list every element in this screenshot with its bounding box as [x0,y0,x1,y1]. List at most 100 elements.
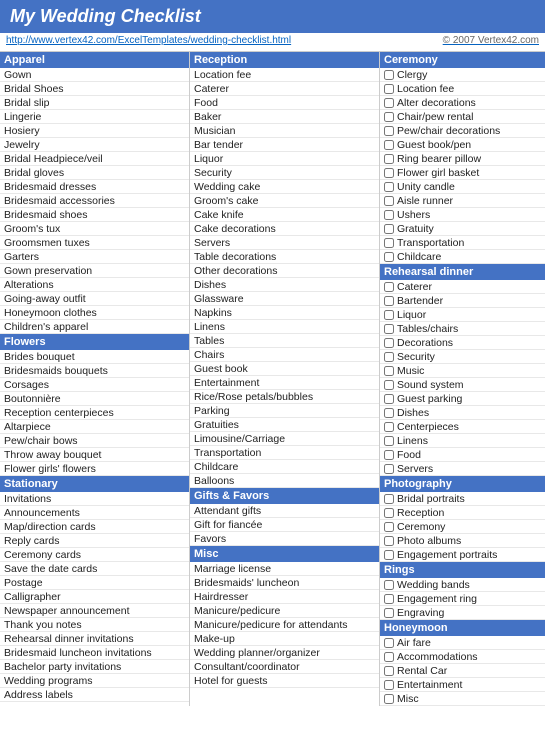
item-checkbox[interactable] [384,494,394,504]
spreadsheet-title: My Wedding Checklist [0,0,545,33]
list-item: Lingerie [0,110,189,124]
item-checkbox[interactable] [384,436,394,446]
item-label: Tables/chairs [397,323,541,335]
list-item: Children's apparel [0,320,189,334]
list-item: Gift for fiancée [190,518,379,532]
item-checkbox[interactable] [384,394,394,404]
item-label: Groom's cake [194,195,375,207]
item-label: Liquor [194,153,375,165]
copyright-text: © 2007 Vertex42.com [443,35,539,46]
item-checkbox[interactable] [384,112,394,122]
item-label: Servers [397,463,541,475]
list-item: Bridesmaids' luncheon [190,576,379,590]
item-checkbox[interactable] [384,126,394,136]
item-checkbox[interactable] [384,608,394,618]
list-item: Ushers [380,208,545,222]
item-checkbox[interactable] [384,70,394,80]
item-checkbox[interactable] [384,238,394,248]
item-label: Throw away bouquet [4,449,185,461]
flowers-list: Brides bouquetBridesmaids bouquetsCorsag… [0,350,189,476]
honeymoon-list: Air fareAccommodationsRental CarEntertai… [380,636,545,706]
list-item: Chair/pew rental [380,110,545,124]
item-checkbox[interactable] [384,324,394,334]
item-label: Limousine/Carriage [194,433,375,445]
item-label: Jewelry [4,139,185,151]
reception-list: Location feeCatererFoodBakerMusicianBar … [190,68,379,488]
list-item: Childcare [380,250,545,264]
item-checkbox[interactable] [384,84,394,94]
item-label: Hotel for guests [194,675,375,687]
item-label: Engagement ring [397,593,541,605]
item-checkbox[interactable] [384,638,394,648]
list-item: Hotel for guests [190,674,379,688]
item-checkbox[interactable] [384,594,394,604]
item-checkbox[interactable] [384,296,394,306]
item-checkbox[interactable] [384,168,394,178]
item-label: Entertainment [397,679,541,691]
list-item: Liquor [380,308,545,322]
item-label: Food [397,449,541,461]
item-checkbox[interactable] [384,380,394,390]
item-checkbox[interactable] [384,522,394,532]
item-checkbox[interactable] [384,182,394,192]
item-checkbox[interactable] [384,408,394,418]
item-checkbox[interactable] [384,366,394,376]
title-text: My Wedding Checklist [10,6,201,26]
list-item: Transportation [190,446,379,460]
item-checkbox[interactable] [384,352,394,362]
item-checkbox[interactable] [384,224,394,234]
item-checkbox[interactable] [384,508,394,518]
item-label: Gift for fiancée [194,519,375,531]
item-label: Pew/chair decorations [397,125,541,137]
item-checkbox[interactable] [384,550,394,560]
list-item: Altarpiece [0,420,189,434]
list-item: Wedding programs [0,674,189,688]
item-checkbox[interactable] [384,196,394,206]
list-item: Engagement portraits [380,548,545,562]
item-checkbox[interactable] [384,680,394,690]
url-link[interactable]: http://www.vertex42.com/ExcelTemplates/w… [6,35,291,46]
item-label: Balloons [194,475,375,487]
item-label: Bridesmaid dresses [4,181,185,193]
item-checkbox[interactable] [384,252,394,262]
item-checkbox[interactable] [384,450,394,460]
list-item: Gratuity [380,222,545,236]
item-label: Rental Car [397,665,541,677]
item-checkbox[interactable] [384,422,394,432]
item-checkbox[interactable] [384,140,394,150]
item-label: Chairs [194,349,375,361]
list-item: Groom's tux [0,222,189,236]
list-item: Hairdresser [190,590,379,604]
item-checkbox[interactable] [384,536,394,546]
ceremony-header: Ceremony [380,52,545,68]
item-label: Bridesmaid accessories [4,195,185,207]
item-label: Bridal portraits [397,493,541,505]
item-checkbox[interactable] [384,154,394,164]
item-checkbox[interactable] [384,666,394,676]
item-checkbox[interactable] [384,282,394,292]
item-checkbox[interactable] [384,210,394,220]
item-label: Bridesmaid luncheon invitations [4,647,185,659]
item-checkbox[interactable] [384,652,394,662]
list-item: Pew/chair decorations [380,124,545,138]
list-item: Misc [380,692,545,706]
list-item: Postage [0,576,189,590]
list-item: Bridal portraits [380,492,545,506]
item-label: Lingerie [4,111,185,123]
item-label: Alterations [4,279,185,291]
item-label: Guest book [194,363,375,375]
list-item: Rice/Rose petals/bubbles [190,390,379,404]
item-label: Going-away outfit [4,293,185,305]
column-1: Apparel GownBridal ShoesBridal slipLinge… [0,52,190,706]
item-checkbox[interactable] [384,580,394,590]
item-checkbox[interactable] [384,338,394,348]
item-checkbox[interactable] [384,694,394,704]
item-checkbox[interactable] [384,98,394,108]
list-item: Entertainment [380,678,545,692]
list-item: Entertainment [190,376,379,390]
item-label: Address labels [4,689,185,701]
item-label: Wedding bands [397,579,541,591]
item-checkbox[interactable] [384,464,394,474]
item-checkbox[interactable] [384,310,394,320]
item-label: Photo albums [397,535,541,547]
